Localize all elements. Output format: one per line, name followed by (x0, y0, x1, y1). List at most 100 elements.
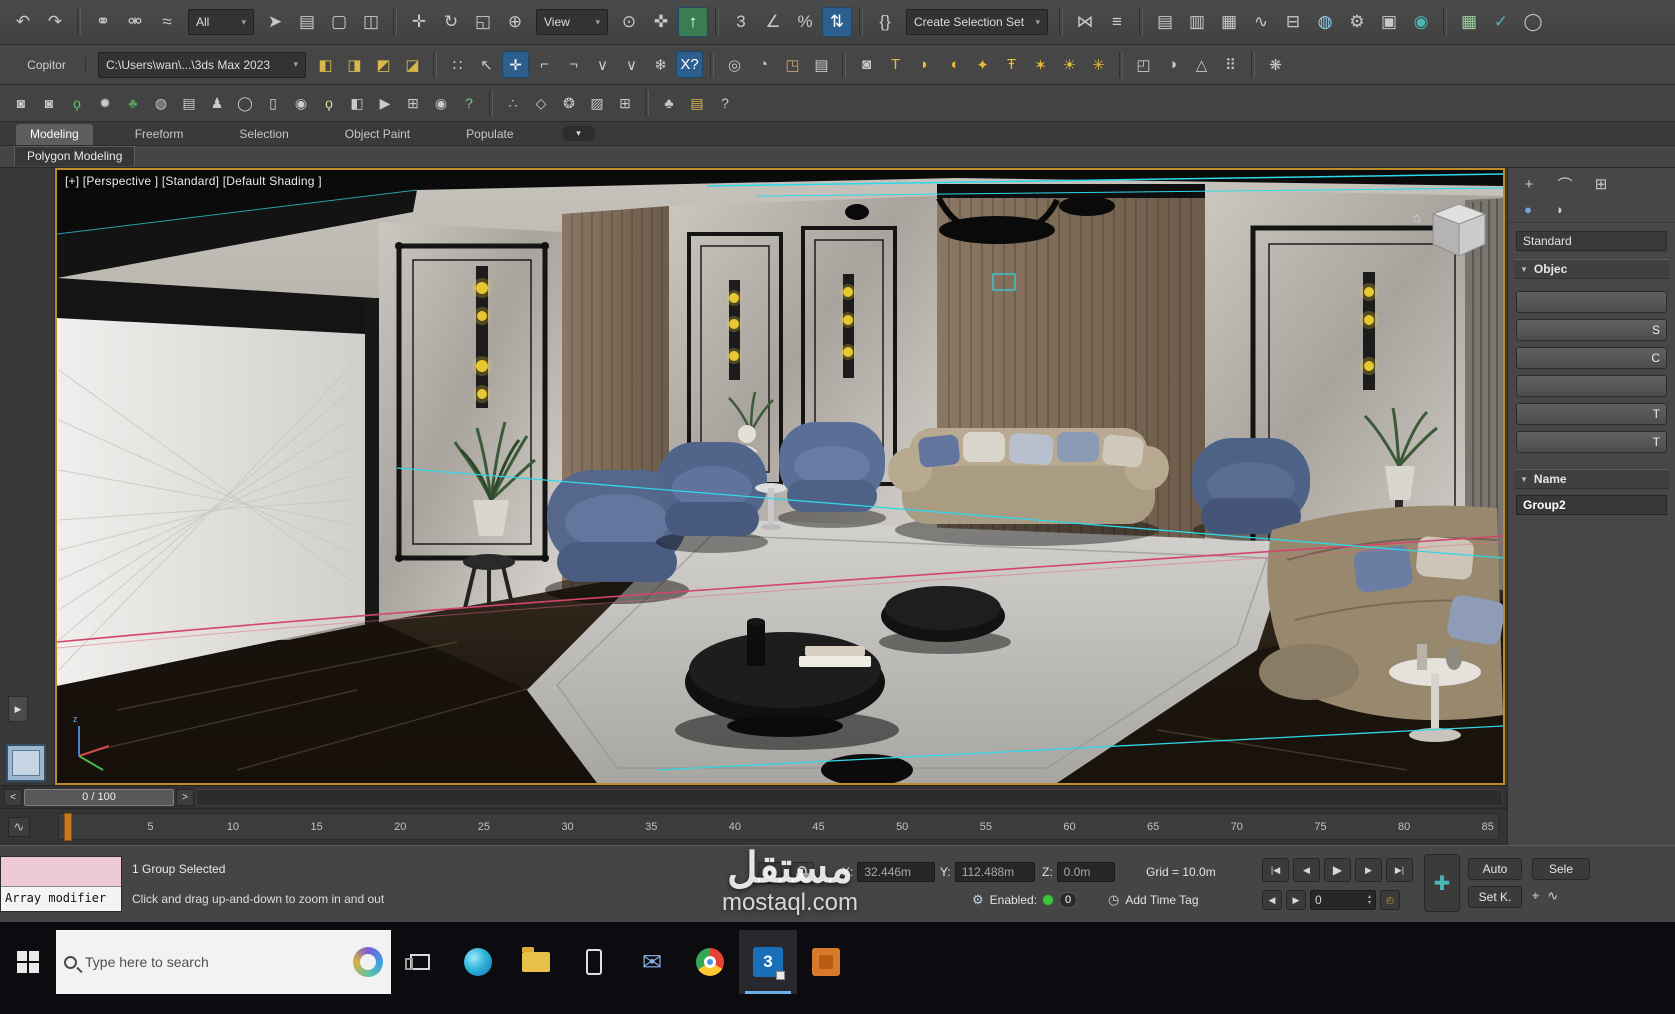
ribbon-overflow-button[interactable]: ▾ (561, 126, 596, 141)
modify-tab-icon[interactable]: ⌒ (1554, 174, 1576, 194)
selection-filter-dropdown[interactable]: All ▾ (188, 9, 254, 35)
select-and-place-icon[interactable]: ⊕ (500, 7, 530, 37)
previous-frame-button[interactable]: ◀ (1293, 858, 1320, 882)
video-camera-2-icon[interactable]: ◙ (36, 91, 62, 116)
edit-selection-sets-icon[interactable]: {} (870, 7, 900, 37)
selection-lock-toggle[interactable] (790, 862, 814, 884)
use-pivot-center-icon[interactable]: ⊙ (614, 7, 644, 37)
taper-icon[interactable]: T (882, 51, 909, 78)
geo-star-icon[interactable]: ✦ (969, 51, 996, 78)
video-playback-icon[interactable]: ▶ (372, 91, 398, 116)
bulb-2-icon[interactable]: ϙ (316, 91, 342, 116)
taskbar-search[interactable] (56, 930, 391, 994)
listener-macro-line[interactable] (1, 857, 121, 887)
next-frame-button[interactable]: ▶ (1355, 858, 1382, 882)
primitive-type-dropdown[interactable]: Standard (1516, 231, 1667, 251)
object-type-button[interactable] (1516, 291, 1667, 313)
tab-populate[interactable]: Populate (452, 124, 527, 145)
keyboard-override-icon[interactable]: ↑ (678, 7, 708, 37)
z-coordinate-field[interactable]: 0.0m (1056, 862, 1115, 882)
shapes-category-icon[interactable]: ◗ (1550, 200, 1570, 218)
torus-icon[interactable]: ◯ (232, 91, 258, 116)
magnify-sphere-icon[interactable]: ◉ (288, 91, 314, 116)
mirror-icon[interactable]: ⋈ (1070, 7, 1100, 37)
offset-mode-b-icon[interactable]: ¬ (560, 51, 587, 78)
cube-icon[interactable]: ◰ (1130, 51, 1157, 78)
environment-sphere-icon[interactable]: ◍ (148, 91, 174, 116)
layer-explorer-icon[interactable]: ◨ (341, 51, 368, 78)
go-to-end-button[interactable]: ▶| (1386, 858, 1413, 882)
mail-app-button[interactable]: ✉ (623, 930, 681, 994)
user-circle-icon[interactable]: ◯ (1518, 7, 1548, 37)
orange-app-button[interactable] (797, 930, 855, 994)
object-type-button[interactable]: T (1516, 431, 1667, 453)
toggle-ribbon-icon[interactable]: ▦ (1214, 7, 1244, 37)
snaps-toggle-icon[interactable]: 3 (726, 7, 756, 37)
3dsmax-taskbar-button[interactable]: 3 (739, 930, 797, 994)
render-production-icon[interactable]: ◉ (1406, 7, 1436, 37)
save-scene-icon[interactable]: ▦ (1454, 7, 1484, 37)
auto-key-button[interactable]: Auto (1468, 858, 1522, 880)
object-name-field[interactable]: Group2 (1516, 495, 1667, 515)
trackbar-filter-icon[interactable]: ∿ (8, 817, 30, 837)
tab-freeform[interactable]: Freeform (121, 124, 198, 145)
biped-icon[interactable]: ♟ (204, 91, 230, 116)
orbit-subobject-icon[interactable]: ◔ (750, 51, 777, 78)
grid-boxes-icon[interactable]: ⊞ (612, 91, 638, 116)
light-bulb-icon[interactable]: ϙ (64, 91, 90, 116)
spinner-snap-icon[interactable]: ⇅ (822, 7, 852, 37)
unlink-selection-icon[interactable]: ⚮ (120, 7, 150, 37)
freeze-selection-icon[interactable]: ❄ (647, 51, 674, 78)
listener-script-line[interactable]: Array modifier (1, 887, 121, 911)
edge-browser-button[interactable] (449, 930, 507, 994)
play-button[interactable]: ▶ (1324, 858, 1351, 882)
render-setup-icon[interactable]: ⚙ (1342, 7, 1372, 37)
rectangular-selection-region-icon[interactable]: ▢ (324, 7, 354, 37)
expand-trackbar-button[interactable]: ▶ (8, 696, 28, 722)
normal-align-b-icon[interactable]: ∨ (618, 51, 645, 78)
time-slider-handle[interactable]: 0 / 100 (24, 788, 174, 806)
viewport-scene[interactable]: ⌂ z (57, 170, 1503, 783)
checker-map-icon[interactable]: ▨ (584, 91, 610, 116)
sheet-icon[interactable]: ▯ (260, 91, 286, 116)
select-and-move-icon[interactable]: ✛ (404, 7, 434, 37)
task-view-button[interactable] (391, 930, 449, 994)
isolate-selection-icon[interactable]: ◎ (721, 51, 748, 78)
forest-icon[interactable]: ♣ (656, 91, 682, 116)
percent-snap-icon[interactable]: % (790, 7, 820, 37)
object-type-button[interactable]: S (1516, 319, 1667, 341)
chrome-browser-button[interactable] (681, 930, 739, 994)
viewport-label[interactable]: [+] [Perspective ] [Standard] [Default S… (65, 174, 322, 188)
new-scene-explorer-icon[interactable]: ◧ (312, 51, 339, 78)
mini-curve-icon[interactable]: ∿ (1547, 888, 1558, 904)
bind-to-space-warp-icon[interactable]: ≈ (152, 7, 182, 37)
list-icon[interactable]: ▤ (176, 91, 202, 116)
tab-modeling[interactable]: Modeling (16, 124, 93, 145)
search-input[interactable] (85, 954, 345, 970)
undo-icon[interactable]: ↶ (8, 7, 38, 37)
select-object-icon[interactable]: ➤ (260, 7, 290, 37)
next-frame-button[interactable]: > (176, 788, 194, 806)
select-by-name-icon[interactable]: ▤ (292, 7, 322, 37)
previous-key-button[interactable]: ◀ (1262, 890, 1282, 910)
tee-icon[interactable]: Ŧ (998, 51, 1025, 78)
go-to-start-button[interactable]: |◀ (1262, 858, 1289, 882)
material-editor-icon[interactable]: ◍ (1310, 7, 1340, 37)
window-crossing-toggle-icon[interactable]: ◫ (356, 7, 386, 37)
help-icon[interactable]: ? (456, 91, 482, 116)
notes-list-icon[interactable]: ▤ (684, 91, 710, 116)
snap-to-center-icon[interactable]: ✛ (502, 51, 529, 78)
object-type-rollout[interactable]: ▼ Objec (1514, 259, 1669, 279)
flower-scatter-icon[interactable]: ❋ (1262, 51, 1289, 78)
time-slider-track[interactable] (196, 788, 1503, 806)
sun-icon[interactable]: ☀ (1056, 51, 1083, 78)
particle-array-icon[interactable]: ⠿ (1217, 51, 1244, 78)
select-cursor-icon[interactable]: ↖ (473, 51, 500, 78)
current-frame-field[interactable]: 0 ▴ ▾ (1310, 890, 1376, 910)
half-dome-icon[interactable]: ◖ (940, 51, 967, 78)
select-and-scale-icon[interactable]: ◱ (468, 7, 498, 37)
dome-icon[interactable]: ◗ (911, 51, 938, 78)
viewport-layout-tab[interactable] (6, 744, 46, 782)
sphere-shaded-icon[interactable]: ◑ (1159, 51, 1186, 78)
x-coordinate-field[interactable]: 32.446m (857, 862, 936, 882)
